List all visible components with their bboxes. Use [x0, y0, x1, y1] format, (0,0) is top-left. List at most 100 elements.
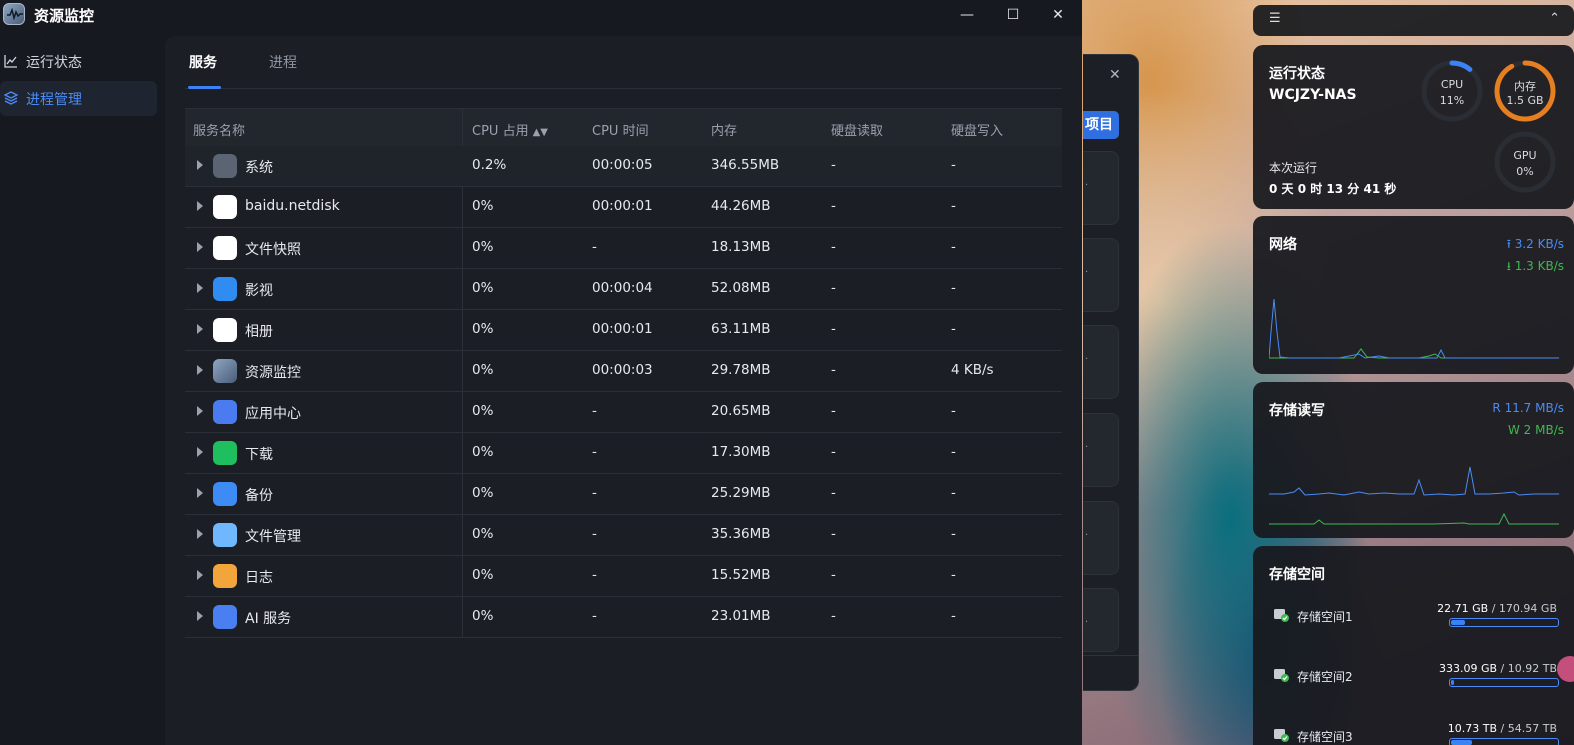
tab-services[interactable]: 服务 [189, 52, 217, 72]
sort-icon[interactable]: ▲▼ [533, 127, 548, 138]
table-row[interactable]: AI 服务 0% - 23.01MB - - [185, 597, 1062, 638]
table-row[interactable]: 资源监控 0% 00:00:03 29.78MB - 4 KB/s [185, 351, 1062, 392]
disk-healthy-icon [1274, 609, 1289, 622]
storage-io-widget[interactable]: 存储读写 R 11.7 MB/s W 2 MB/s [1253, 382, 1574, 538]
dialog-close-icon[interactable]: ✕ [1109, 67, 1121, 83]
gear-icon [213, 154, 237, 178]
col-header-disk-write[interactable]: 硬盘写入 [951, 120, 1003, 139]
disk-write: - [951, 608, 956, 624]
expand-caret-icon[interactable] [197, 324, 203, 334]
disk-read: - [831, 157, 836, 173]
widget-settings-icon[interactable]: ☰ [1269, 11, 1281, 26]
memory-usage: 29.78MB [711, 362, 771, 378]
dialog-card[interactable]: · [1083, 325, 1119, 399]
read-speed: R 11.7 MB/s [1492, 401, 1564, 415]
storage-space-widget[interactable]: 存储空间 存储空间1 22.71 GB / 170.94 GB 存储空间2 333.0… [1253, 546, 1574, 745]
table-row[interactable]: 备份 0% - 25.29MB - - [185, 474, 1062, 515]
network-sparkline [1269, 298, 1559, 359]
dialog-project-button[interactable]: 项目 [1083, 111, 1119, 139]
expand-caret-icon[interactable] [197, 242, 203, 252]
col-header-name[interactable]: 服务名称 [193, 120, 245, 139]
storage-pool-name: 存储空间1 [1297, 610, 1353, 624]
service-name: 备份 [245, 488, 273, 504]
memory-usage: 20.65MB [711, 403, 771, 419]
table-header: 服务名称 CPU 占用 ▲▼ CPU 时间 内存 硬盘读取 硬盘写入 [185, 108, 1062, 146]
line-chart-icon [4, 55, 17, 68]
service-name: baidu.netdisk [245, 198, 340, 214]
expand-caret-icon[interactable] [197, 488, 203, 498]
app-store-icon [213, 400, 237, 424]
expand-caret-icon[interactable] [197, 365, 203, 375]
service-name: 资源监控 [245, 365, 301, 381]
title-bar[interactable]: 资源监控 — ☐ ✕ [0, 0, 1082, 32]
expand-caret-icon[interactable] [197, 406, 203, 416]
dialog-card[interactable]: · [1083, 151, 1119, 225]
network-widget[interactable]: 网络 ⭱ 3.2 KB/s ⭳ 1.3 KB/s [1253, 216, 1574, 374]
tab-processes[interactable]: 进程 [269, 52, 297, 72]
memory-usage: 52.08MB [711, 280, 771, 296]
expand-caret-icon[interactable] [197, 529, 203, 539]
col-header-cpu[interactable]: CPU 占用 ▲▼ [472, 120, 548, 139]
table-row[interactable]: 文件快照 0% - 18.13MB - - [185, 228, 1062, 269]
disk-read: - [831, 526, 836, 542]
expand-caret-icon[interactable] [197, 447, 203, 457]
storage-used: 22.71 GB [1437, 602, 1489, 615]
expand-caret-icon[interactable] [197, 160, 203, 170]
sidebar-item-process[interactable]: 进程管理 [0, 81, 157, 116]
table-row[interactable]: 文件管理 0% - 35.36MB - - [185, 515, 1062, 556]
storage-pool-name: 存储空间2 [1297, 670, 1353, 684]
minimize-button[interactable]: — [952, 4, 982, 26]
memory-gauge-value: 1.5 GB [1506, 94, 1544, 107]
disk-write: - [951, 157, 956, 173]
table-row[interactable]: 相册 0% 00:00:01 63.11MB - - [185, 310, 1062, 351]
service-name: 影视 [245, 283, 273, 299]
dialog-card[interactable]: · [1083, 413, 1119, 487]
table-row[interactable]: 日志 0% - 15.52MB - - [185, 556, 1062, 597]
storage-io-sparkline [1269, 466, 1559, 525]
expand-caret-icon[interactable] [197, 283, 203, 293]
storage-pool-item[interactable]: 存储空间1 22.71 GB / 170.94 GB [1269, 602, 1559, 642]
table-row[interactable]: 应用中心 0% - 20.65MB - - [185, 392, 1062, 433]
cpu-gauge-label: CPU [1440, 78, 1464, 91]
sidebar-item-status[interactable]: 运行状态 [0, 44, 157, 79]
table-row[interactable]: 下载 0% - 17.30MB - - [185, 433, 1062, 474]
storage-pool-item[interactable]: 存储空间2 333.09 GB / 10.92 TB [1269, 662, 1559, 702]
cpu-usage: 0% [472, 567, 494, 583]
collapse-icon[interactable]: ⌃ [1549, 11, 1560, 26]
service-name: 下载 [245, 447, 273, 463]
cpu-usage: 0% [472, 526, 494, 542]
gpu-gauge: GPU 0% [1493, 130, 1557, 194]
col-header-cpu-label: CPU 占用 [472, 124, 529, 139]
table-row[interactable]: 影视 0% 00:00:04 52.08MB - - [185, 269, 1062, 310]
dialog-card[interactable]: · [1083, 238, 1119, 312]
expand-caret-icon[interactable] [197, 611, 203, 621]
main-content: 服务 进程 服务名称 CPU 占用 ▲▼ CPU 时间 内存 硬盘读取 硬盘写入 … [165, 36, 1082, 745]
col-header-memory[interactable]: 内存 [711, 120, 737, 139]
dialog-card[interactable]: · [1083, 501, 1119, 575]
log-icon [213, 564, 237, 588]
memory-gauge-label: 内存 [1514, 80, 1536, 93]
service-name: 应用中心 [245, 406, 301, 422]
disk-read: - [831, 198, 836, 214]
table-row[interactable]: baidu.netdisk 0% 00:00:01 44.26MB - - [185, 187, 1062, 228]
layers-icon [4, 91, 18, 105]
expand-caret-icon[interactable] [197, 570, 203, 580]
storage-io-widget-title: 存储读写 [1269, 403, 1325, 419]
maximize-button[interactable]: ☐ [998, 4, 1028, 26]
download-speed: ⭳ 1.3 KB/s [1506, 259, 1564, 273]
table-row[interactable]: 系统 0.2% 00:00:05 346.55MB - - [185, 146, 1062, 187]
expand-caret-icon[interactable] [197, 201, 203, 211]
close-button[interactable]: ✕ [1043, 4, 1073, 26]
col-header-cpu-time[interactable]: CPU 时间 [592, 120, 649, 139]
status-widget[interactable]: 运行状态 WCJZY-NAS 本次运行 0 天 0 时 13 分 41 秒 CP… [1253, 45, 1574, 209]
service-name: 文件管理 [245, 529, 301, 545]
memory-usage: 346.55MB [711, 157, 780, 173]
cpu-usage: 0% [472, 321, 494, 337]
col-header-disk-read[interactable]: 硬盘读取 [831, 120, 883, 139]
cpu-time: - [592, 567, 597, 583]
cpu-time: - [592, 608, 597, 624]
disk-write: - [951, 280, 956, 296]
storage-pool-item[interactable]: 存储空间3 10.73 TB / 54.57 TB [1269, 722, 1559, 745]
storage-total: / 54.57 TB [1497, 722, 1557, 735]
dialog-card[interactable]: · [1083, 588, 1119, 652]
